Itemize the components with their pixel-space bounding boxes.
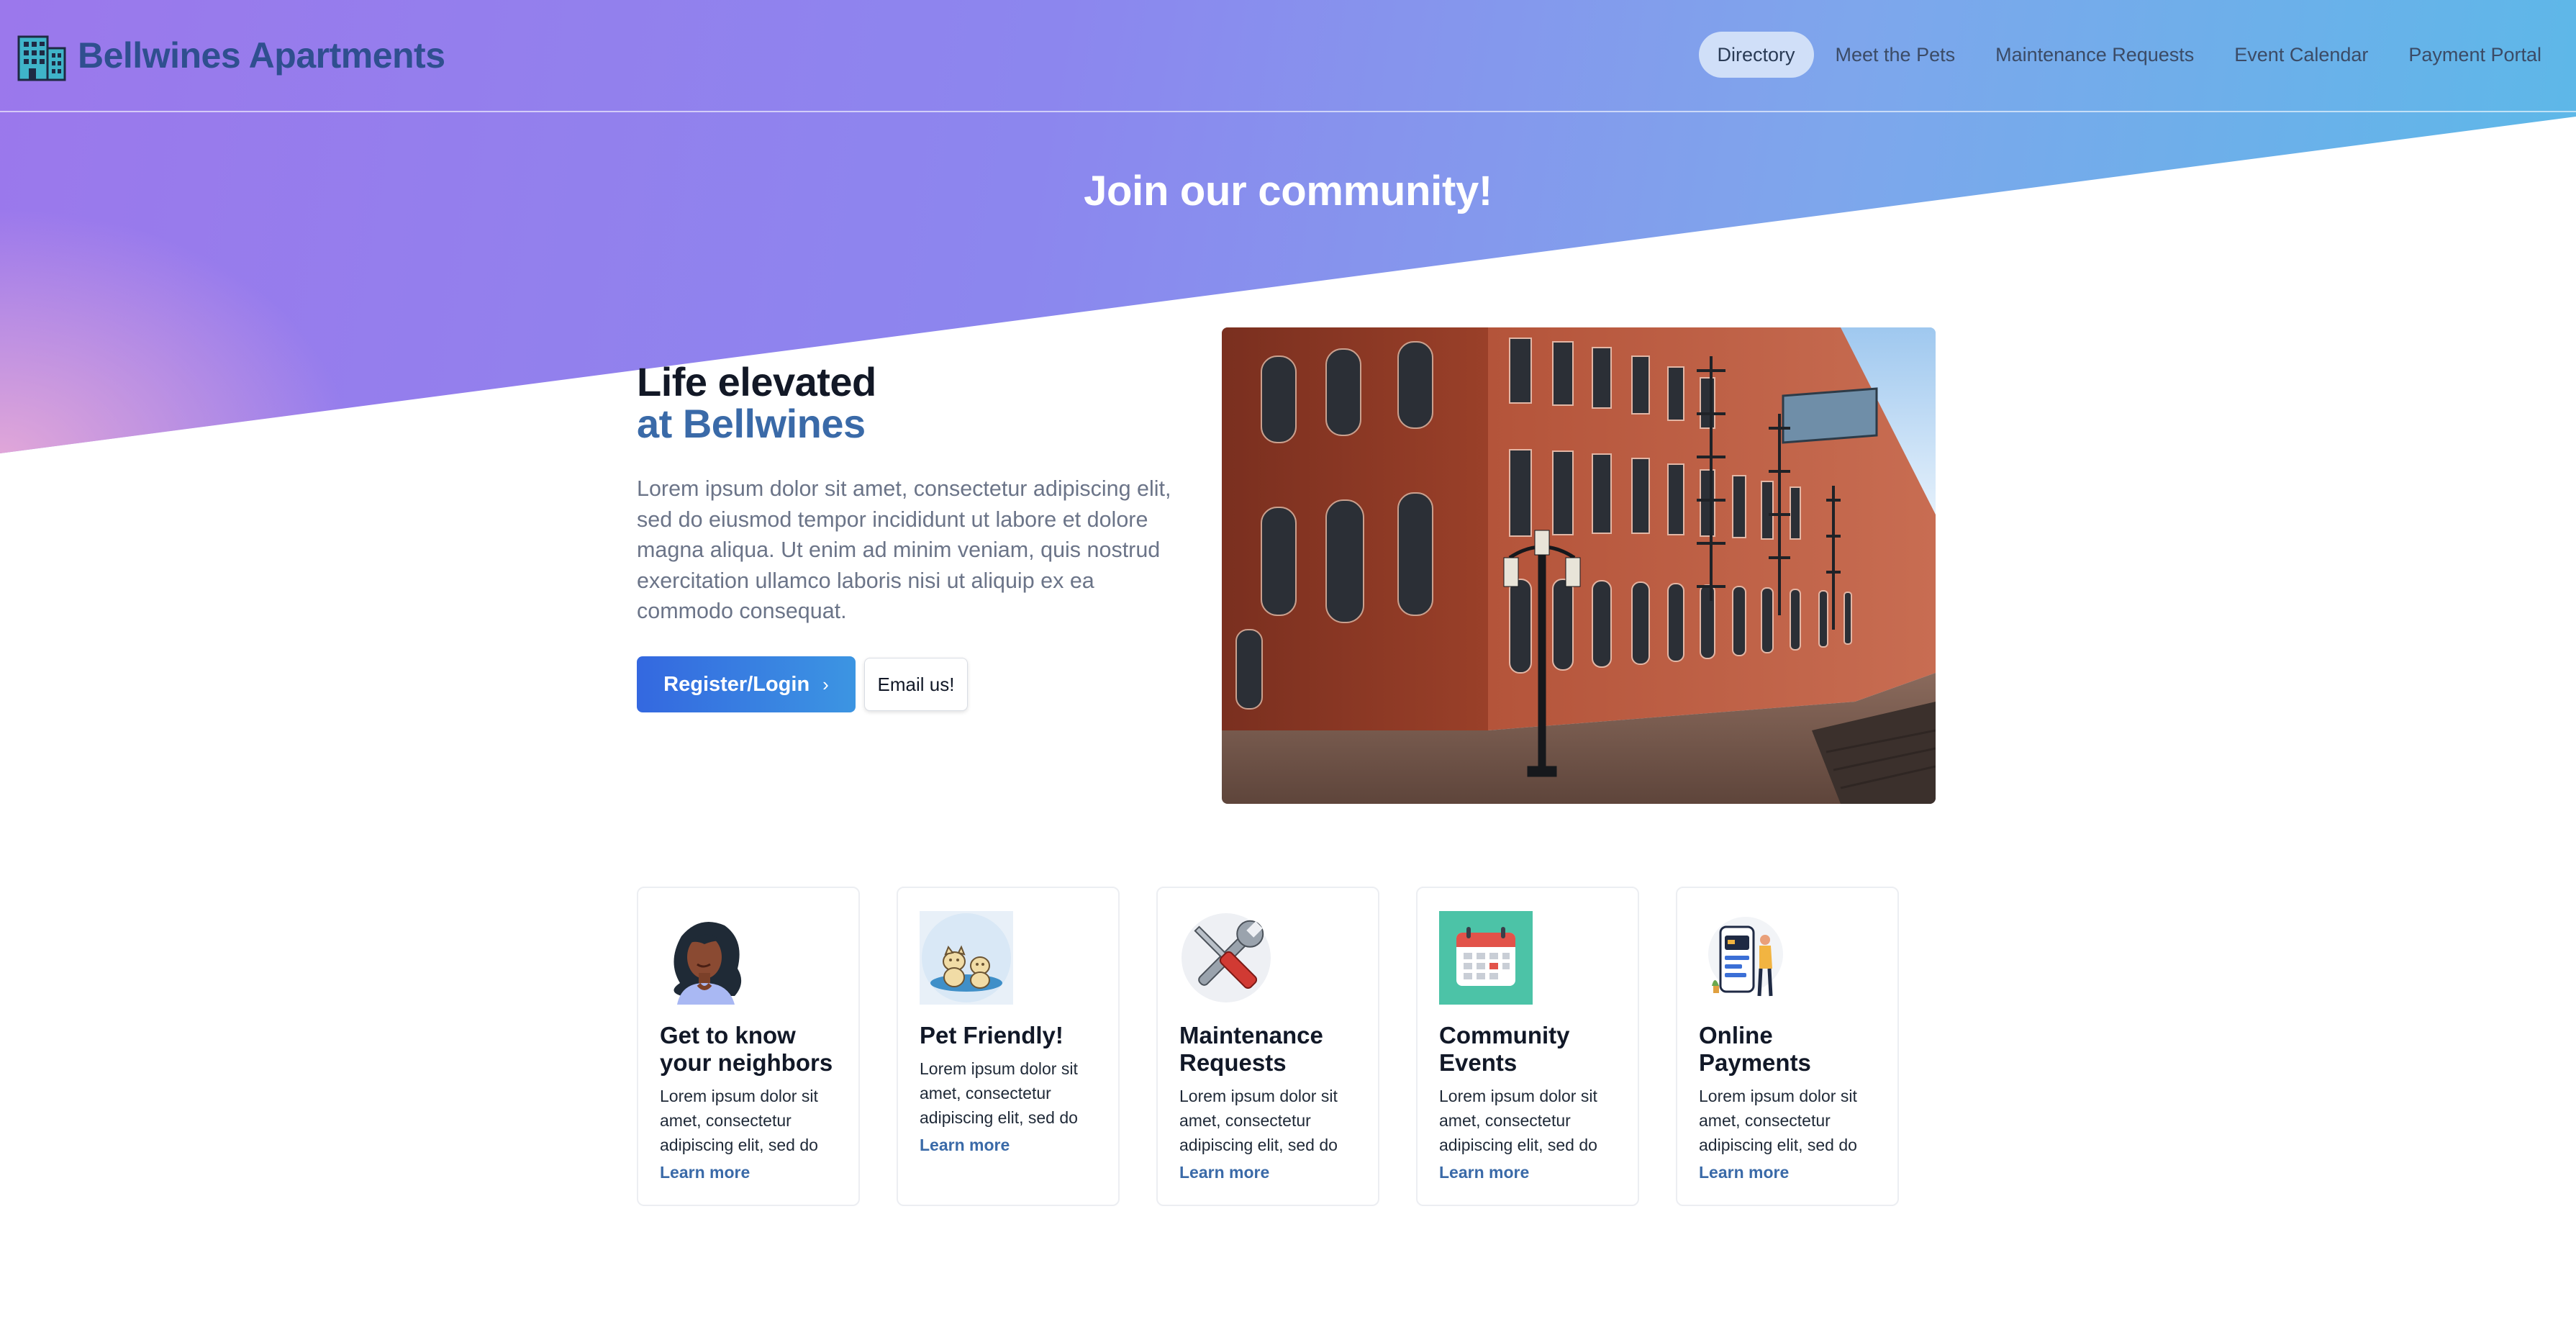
learn-more-link[interactable]: Learn more (660, 1163, 750, 1182)
woman-avatar-icon (660, 911, 753, 1005)
feature-title: Get to know your neighbors (660, 1022, 833, 1076)
email-us-button[interactable]: Email us! (864, 658, 968, 711)
brand[interactable]: Bellwines Apartments (16, 29, 445, 82)
hero-heading: Join our community! (1084, 168, 1492, 214)
learn-more-link[interactable]: Learn more (1179, 1163, 1269, 1182)
feature-card-pets: Pet Friendly! Lorem ipsum dolor sit amet… (897, 887, 1120, 1206)
top-navbar: Bellwines Apartments Directory Meet the … (0, 0, 2576, 112)
feature-card-events: Community Events Lorem ipsum dolor sit a… (1416, 887, 1639, 1206)
calendar-icon (1439, 911, 1533, 1005)
learn-more-link[interactable]: Learn more (920, 1136, 1010, 1155)
feature-text: Lorem ipsum dolor sit amet, consectetur … (660, 1087, 818, 1154)
learn-more-link[interactable]: Learn more (1439, 1163, 1529, 1182)
building-icon (16, 30, 68, 81)
feature-card-payments: Online Payments Lorem ipsum dolor sit am… (1676, 887, 1899, 1206)
register-login-label: Register/Login (663, 672, 810, 696)
pets-icon (920, 911, 1013, 1005)
brick-apartment-building-photo (1222, 327, 1936, 804)
feature-title: Maintenance Requests (1179, 1022, 1323, 1076)
chevron-right-icon: › (822, 673, 829, 695)
intro-title-line1: Life elevated (637, 359, 876, 404)
main-nav: Directory Meet the Pets Maintenance Requ… (1698, 32, 2561, 78)
intro-title: Life elevated at Bellwines (637, 361, 876, 445)
feature-title: Community Events (1439, 1022, 1570, 1076)
feature-title: Pet Friendly! (920, 1022, 1063, 1049)
nav-item-payment-portal[interactable]: Payment Portal (2390, 32, 2560, 78)
feature-text: Lorem ipsum dolor sit amet, consectetur … (1439, 1087, 1597, 1154)
feature-text: Lorem ipsum dolor sit amet, consectetur … (1179, 1087, 1338, 1154)
brand-name: Bellwines Apartments (78, 35, 445, 76)
feature-title: Online Payments (1699, 1022, 1811, 1076)
register-login-button[interactable]: Register/Login › (637, 656, 856, 712)
wrench-screwdriver-icon (1179, 911, 1273, 1005)
feature-card-neighbors: Get to know your neighbors Lorem ipsum d… (637, 887, 860, 1206)
nav-item-meet-the-pets[interactable]: Meet the Pets (1817, 32, 1974, 78)
feature-text: Lorem ipsum dolor sit amet, consectetur … (1699, 1087, 1857, 1154)
intro-title-line2: at Bellwines (637, 401, 866, 446)
intro-text: Lorem ipsum dolor sit amet, consectetur … (637, 476, 1171, 623)
nav-item-event-calendar[interactable]: Event Calendar (2216, 32, 2387, 78)
feature-card-maintenance: Maintenance Requests Lorem ipsum dolor s… (1156, 887, 1379, 1206)
feature-text: Lorem ipsum dolor sit amet, consectetur … (920, 1059, 1078, 1127)
mobile-payment-icon (1699, 911, 1792, 1005)
nav-item-maintenance-requests[interactable]: Maintenance Requests (1977, 32, 2213, 78)
learn-more-link[interactable]: Learn more (1699, 1163, 1789, 1182)
nav-item-directory[interactable]: Directory (1698, 32, 1814, 78)
